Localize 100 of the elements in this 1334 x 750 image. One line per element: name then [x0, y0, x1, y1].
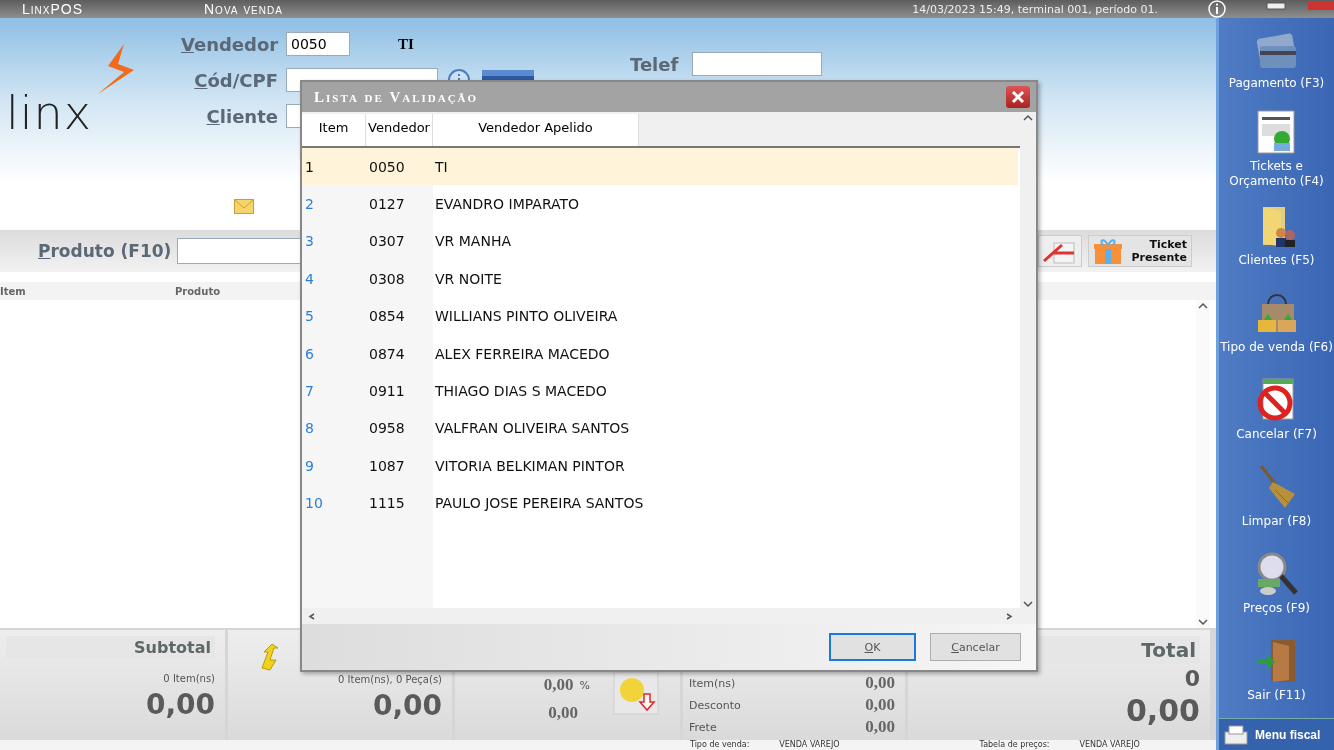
- code-cell-text: 1087: [368, 457, 406, 474]
- info-icon[interactable]: [1208, 0, 1226, 18]
- name-cell-text: WILLIANS PINTO OLIVEIRA: [434, 308, 619, 325]
- name-cell-text: VR MANHA: [434, 233, 512, 250]
- status-value: VENDA VAREJO: [779, 740, 840, 750]
- subtotal-value: 0,00: [145, 688, 215, 721]
- status-label: Tabela de preços:: [979, 740, 1050, 750]
- scrollbar[interactable]: [302, 608, 1020, 624]
- close-button[interactable]: [1006, 86, 1030, 108]
- item-count: 0 Item(ns): [163, 673, 215, 684]
- vendor-row[interactable]: 9 1087 VITORIA BELKIMAN PINTOR: [302, 447, 1018, 485]
- code-cell-text: 0874: [368, 345, 406, 362]
- vendor-row[interactable]: 6 0874 ALEX FERREIRA MACEDO: [302, 334, 1018, 373]
- summary-value: 0,00: [865, 673, 895, 693]
- input-field[interactable]: 0050: [286, 32, 350, 56]
- field-label: Cliente: [205, 105, 278, 127]
- session-status: 14/03/2023 15:49, terminal 001, período 01.: [912, 2, 1158, 16]
- code-cell-text: 0854: [368, 308, 406, 325]
- summary-value: 0,00: [865, 695, 895, 715]
- item-cell-text: 2: [304, 196, 315, 213]
- vendor-row[interactable]: 5 0854 WILLIANS PINTO OLIVEIRA: [302, 297, 1018, 335]
- input-field[interactable]: [692, 52, 823, 76]
- status-value: VENDA VAREJO: [1079, 740, 1140, 750]
- vendor-row[interactable]: 10 1115 PAULO JOSE PEREIRA SANTOS: [302, 484, 1018, 522]
- gift-icon: [1093, 237, 1123, 265]
- name-cell-text: VALFRAN OLIVEIRA SANTOS: [434, 420, 631, 437]
- window-title: Nova venda: [204, 1, 284, 17]
- vendor-row[interactable]: 7 0911 THIAGO DIAS S MACEDO: [302, 372, 1018, 410]
- discount-value: 0,00: [548, 703, 578, 723]
- code-cell-text: 0958: [368, 420, 406, 437]
- sidebar-button[interactable]: Tickets e Orçamento (F4): [1219, 105, 1334, 192]
- code-cell-text: 0127: [368, 196, 406, 213]
- sidebar-button[interactable]: Limpar (F8): [1219, 453, 1334, 540]
- status-label: Tipo de venda:: [690, 740, 750, 750]
- vendor-row[interactable]: 1 0050 TI: [302, 148, 1018, 186]
- code-cell-text: 0911: [368, 383, 406, 400]
- scroll-up-icon[interactable]: [1198, 302, 1208, 309]
- close-icon: [1011, 90, 1025, 104]
- scroll-right-icon[interactable]: [1004, 612, 1014, 620]
- sidebar-button[interactable]: Clientes (F5): [1219, 192, 1334, 279]
- discount-icon[interactable]: [612, 670, 660, 716]
- panel-title: Subtotal: [6, 636, 215, 659]
- summary-label: Item(ns): [689, 676, 736, 690]
- vendor-row[interactable]: 3 0307 VR MANHA: [302, 222, 1018, 261]
- sidebar-button[interactable]: Preços (F9): [1219, 540, 1334, 627]
- item-cell-text: 4: [304, 270, 315, 287]
- scroll-up-icon[interactable]: [1023, 114, 1033, 121]
- item-cell-text: 8: [304, 420, 315, 437]
- ok-button[interactable]: OK: [829, 633, 916, 661]
- field-label: Telef: [630, 53, 679, 75]
- items-value: 0,00: [372, 689, 442, 722]
- scroll-down-icon[interactable]: [1198, 619, 1208, 626]
- summary-label: Frete: [689, 720, 717, 734]
- seller-name: TI: [398, 35, 414, 53]
- name-cell-text: PAULO JOSE PEREIRA SANTOS: [434, 495, 645, 512]
- code-cell-text: 1115: [368, 495, 406, 512]
- item-cell-text: 3: [304, 233, 315, 250]
- vendor-row[interactable]: 8 0958 VALFRAN OLIVEIRA SANTOS: [302, 409, 1018, 448]
- vendor-row[interactable]: 4 0308 VR NOITE: [302, 260, 1018, 298]
- menu-fiscal-button[interactable]: Menu fiscal: [1219, 718, 1334, 750]
- field-label: Cód/CPF: [193, 69, 278, 91]
- field-label: Vendedor: [181, 33, 278, 55]
- app-title: LinxPOS: [22, 1, 85, 17]
- item-cell-text: 5: [304, 308, 315, 325]
- name-cell-text: TI: [434, 158, 449, 175]
- scrollbar[interactable]: [1196, 300, 1210, 628]
- code-cell-text: 0050: [368, 158, 406, 175]
- column-header[interactable]: Vendedor: [366, 114, 433, 146]
- column-header: Produto: [173, 285, 222, 297]
- discount-percent: 0,00: [543, 675, 574, 695]
- dialog-title: Lista de Validação: [314, 88, 479, 106]
- column-header: Item: [0, 285, 27, 297]
- scrollbar[interactable]: [1020, 114, 1036, 608]
- printer-icon: [1223, 723, 1249, 746]
- cancel-button[interactable]: Cancelar: [930, 633, 1021, 661]
- column-header[interactable]: Item: [302, 114, 366, 146]
- name-cell-text: VR NOITE: [434, 270, 503, 287]
- item-cell-text: 10: [304, 495, 324, 512]
- logo: linx: [6, 86, 93, 140]
- name-cell-text: THIAGO DIAS S MACEDO: [434, 383, 608, 400]
- code-cell-text: 0308: [368, 270, 406, 287]
- item-cell-text: 1: [304, 158, 315, 175]
- name-cell-text: VITORIA BELKIMAN PINTOR: [434, 457, 626, 474]
- column-header[interactable]: Vendedor Apelido: [433, 114, 639, 146]
- product-label: Produto (F10): [38, 241, 172, 261]
- percent-sign: %: [579, 678, 590, 692]
- sidebar-button[interactable]: Tipo de venda (F6): [1219, 279, 1334, 366]
- sidebar-button[interactable]: Pagamento (F3): [1219, 18, 1334, 105]
- sidebar-button[interactable]: Sair (F11): [1219, 627, 1334, 714]
- gift-button[interactable]: [1038, 235, 1082, 267]
- item-count: 0 Item(ns), 0 Peça(s): [337, 674, 442, 685]
- sidebar-button[interactable]: Cancelar (F7): [1219, 366, 1334, 453]
- summary-value: 0,00: [865, 717, 895, 737]
- scroll-down-icon[interactable]: [1023, 601, 1033, 608]
- name-cell-text: ALEX FERREIRA MACEDO: [434, 345, 611, 362]
- total-value: 0,00: [1125, 693, 1200, 728]
- summary-label: Desconto: [689, 698, 741, 712]
- vendor-row[interactable]: 2 0127 EVANDRO IMPARATO: [302, 185, 1018, 223]
- item-cell-text: 9: [304, 457, 315, 474]
- gift-ticket-button[interactable]: Ticket Presente: [1088, 235, 1192, 267]
